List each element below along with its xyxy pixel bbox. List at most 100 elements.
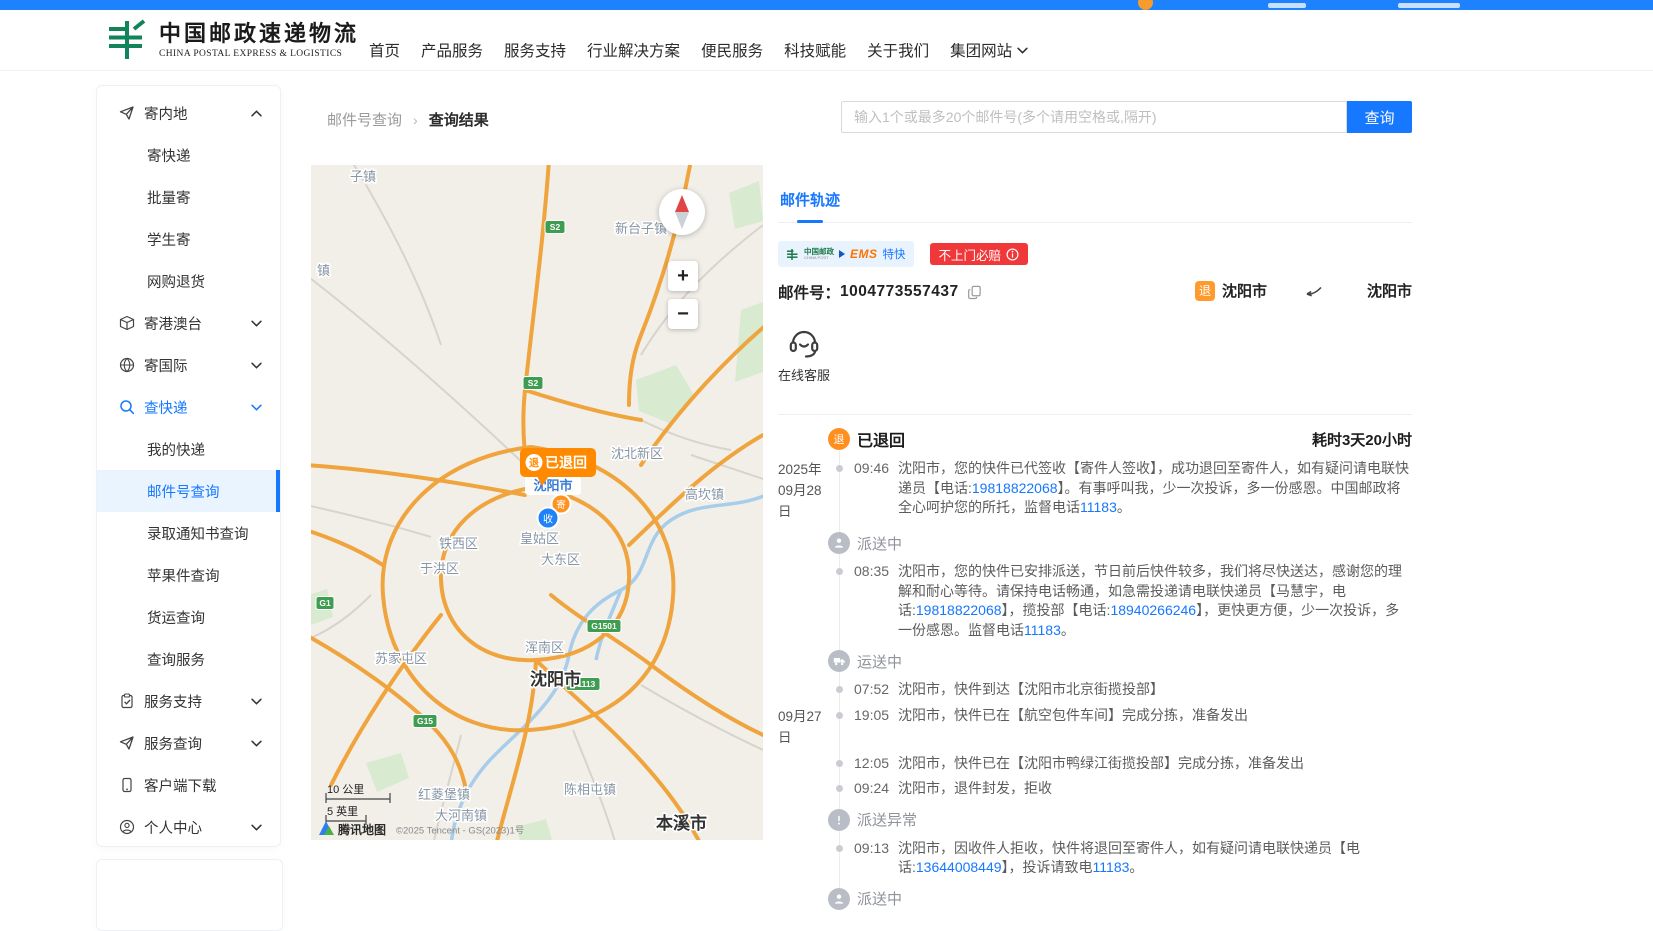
timeline-event-text: 沈阳市，快件到达【沈阳市北京街揽投部】 — [898, 680, 1412, 700]
sidebar-item-服务支持[interactable]: 服务支持 — [97, 680, 280, 722]
breadcrumb-parent[interactable]: 邮件号查询 — [327, 109, 402, 130]
mail-number-value: 1004773557437 — [840, 283, 959, 301]
sidebar-item-批量寄[interactable]: 批量寄 — [97, 176, 280, 218]
ems-logo-icon — [839, 250, 845, 258]
nav-item-行业解决方案[interactable]: 行业解决方案 — [587, 39, 680, 61]
site-subtitle: CHINA POSTAL EXPRESS & LOGISTICS — [159, 49, 359, 59]
sidebar-item-录取通知书查询[interactable]: 录取通知书查询 — [97, 512, 280, 554]
timeline-node-col — [824, 562, 854, 640]
tracking-number-input[interactable] — [841, 101, 1347, 133]
sidebar-item-服务查询[interactable]: 服务查询 — [97, 722, 280, 764]
nav-item-便民服务[interactable]: 便民服务 — [701, 39, 763, 61]
event-text-segment: 沈阳市，快件已在【沈阳市鸭绿江街揽投部】完成分拣，准备发出 — [898, 755, 1304, 771]
timeline-dot — [836, 760, 843, 767]
sidebar-item-查询服务[interactable]: 查询服务 — [97, 638, 280, 680]
timeline-dot — [836, 686, 843, 693]
sidebar-item-我的快递[interactable]: 我的快递 — [97, 428, 280, 470]
receiver-marker[interactable]: 收 — [538, 508, 559, 529]
sidebar-item-学生寄[interactable]: 学生寄 — [97, 218, 280, 260]
timeline-status-运送中: 运送中 — [778, 650, 1412, 672]
map-district-label: 新台子镇 — [615, 221, 667, 236]
timeline-event: 09:13沈阳市，因收件人拒收，快件将退回至寄件人，如有疑问请电联快递员【电话:… — [778, 839, 1412, 878]
road-shield-label: G1501 — [591, 621, 617, 631]
nav-item-集团网站[interactable]: 集团网站 — [950, 39, 1028, 61]
sidebar-item-label: 苹果件查询 — [147, 565, 220, 586]
compass-control[interactable] — [659, 189, 705, 235]
sidebar-item-货运查询[interactable]: 货运查询 — [97, 596, 280, 638]
phone-link[interactable]: 13644008449 — [916, 859, 1002, 875]
sidebar-item-label: 网购退货 — [147, 271, 205, 292]
map-district-label: 子镇 — [350, 169, 376, 184]
nav-item-科技赋能[interactable]: 科技赋能 — [784, 39, 846, 61]
sidebar-item-寄快递[interactable]: 寄快递 — [97, 134, 280, 176]
site-logo[interactable]: 中国邮政速递物流 CHINA POSTAL EXPRESS & LOGISTIC… — [104, 17, 359, 63]
callout-label: 已退回 — [545, 455, 587, 471]
phone-link[interactable]: 11183 — [1080, 499, 1117, 515]
sidebar-item-label: 服务支持 — [144, 691, 202, 712]
sidebar-item-寄内地[interactable]: 寄内地 — [97, 92, 280, 134]
attribution-label: 腾讯地图 — [337, 822, 386, 837]
map-zoom-out-button[interactable]: − — [668, 299, 698, 329]
sidebar-item-邮件号查询[interactable]: 邮件号查询 — [97, 470, 280, 512]
sidebar-item-苹果件查询[interactable]: 苹果件查询 — [97, 554, 280, 596]
site-header: 中国邮政速递物流 CHINA POSTAL EXPRESS & LOGISTIC… — [0, 10, 1653, 71]
nav-item-首页[interactable]: 首页 — [369, 39, 400, 61]
map-zoom-in-button[interactable]: + — [668, 261, 698, 291]
timeline-event-text: 沈阳市，快件已在【沈阳市鸭绿江街揽投部】完成分拣，准备发出 — [898, 754, 1412, 774]
timeline-node-col — [824, 839, 854, 878]
return-arrow-icon — [1303, 285, 1323, 297]
timeline-node-col — [824, 809, 854, 831]
road-shield-label: S2 — [528, 378, 539, 388]
warranty-badge[interactable]: 不上门必赔 — [930, 243, 1029, 265]
map-district-label: 高坎镇 — [685, 487, 724, 502]
phone-link[interactable]: 19818822068 — [972, 480, 1058, 496]
online-service[interactable]: 在线客服 — [778, 324, 830, 384]
sidebar-item-寄国际[interactable]: 寄国际 — [97, 344, 280, 386]
user-avatar[interactable] — [1138, 0, 1153, 10]
timeline-event-text: 沈阳市，退件封发，拒收 — [898, 779, 1412, 799]
chevron-down-icon — [251, 320, 262, 327]
timeline-event-date: 2025年09月28日 — [778, 459, 824, 522]
map-canvas[interactable]: S2S2G1501G1113G15G1 子镇新台子镇镇沈北新区高坎镇铁西区皇姑区… — [311, 165, 763, 840]
timeline-node-col — [824, 680, 854, 700]
nav-item-服务支持[interactable]: 服务支持 — [504, 39, 566, 61]
mail-number-label: 邮件号： — [778, 281, 840, 303]
timeline-event-date — [778, 680, 824, 700]
sidebar-item-个人中心[interactable]: 个人中心 — [97, 806, 280, 847]
receiver-marker-label: 收 — [543, 513, 553, 526]
courier-status-icon — [828, 888, 850, 910]
map-district-label: 沈北新区 — [611, 446, 663, 461]
timeline-date-line: 2025年 — [778, 459, 824, 480]
nav-item-label: 首页 — [369, 39, 400, 61]
timeline-dot — [836, 465, 843, 472]
sidebar-item-寄港澳台[interactable]: 寄港澳台 — [97, 302, 280, 344]
copy-icon[interactable] — [967, 285, 982, 300]
timeline-dot — [836, 845, 843, 852]
phone-link[interactable]: 11183 — [1093, 859, 1130, 875]
timeline-event-date — [778, 754, 824, 774]
tab-mail-track[interactable]: 邮件轨迹 — [778, 186, 842, 222]
timeline-date-line: 09月27日 — [778, 706, 824, 748]
scale-km-label: 10 公里 — [327, 783, 364, 796]
phone-link[interactable]: 18940266246 — [1110, 602, 1196, 618]
nav-item-label: 集团网站 — [950, 39, 1012, 61]
nav-item-label: 行业解决方案 — [587, 39, 680, 61]
service-badges: 中国邮政 CHINA POST EMS 特快 不上门必赔 — [778, 241, 1412, 267]
sidebar-item-客户端下载[interactable]: 客户端下载 — [97, 764, 280, 806]
map-city-tag: 沈阳市 — [525, 476, 581, 495]
breadcrumb-separator: › — [413, 112, 418, 128]
sidebar-item-label: 查询服务 — [147, 649, 205, 670]
chevron-down-icon — [251, 824, 262, 831]
sidebar-item-网购退货[interactable]: 网购退货 — [97, 260, 280, 302]
event-text-segment: 】，揽投部【电话: — [1002, 602, 1111, 618]
nav-item-关于我们[interactable]: 关于我们 — [867, 39, 929, 61]
sidebar-item-查快递[interactable]: 查快递 — [97, 386, 280, 428]
elapsed-time-label: 耗时3天20小时 — [1312, 429, 1412, 450]
phone-link[interactable]: 19818822068 — [916, 602, 1002, 618]
timeline-node-col — [824, 532, 854, 554]
sidebar-item-label: 邮件号查询 — [147, 481, 220, 502]
phone-link[interactable]: 11183 — [1024, 622, 1061, 638]
sidebar-item-label: 寄国际 — [144, 355, 188, 376]
nav-item-产品服务[interactable]: 产品服务 — [421, 39, 483, 61]
search-button[interactable]: 查询 — [1347, 101, 1412, 133]
